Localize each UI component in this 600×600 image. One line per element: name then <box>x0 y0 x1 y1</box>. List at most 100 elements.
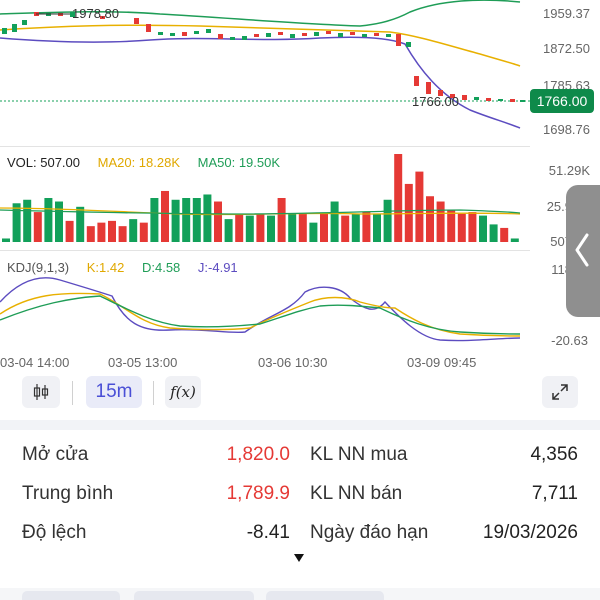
price-axis-label: 1698.76 <box>543 122 590 137</box>
volume-bar <box>373 213 381 242</box>
toolbar-separator <box>72 381 73 405</box>
expiry-value: 19/03/2026 <box>482 522 578 543</box>
foreign-buy-label: KL NN mua <box>310 444 408 465</box>
volume-bar <box>118 226 127 242</box>
chart-type-button[interactable] <box>22 376 60 408</box>
volume-bar <box>86 226 95 242</box>
section-gap <box>0 420 600 430</box>
volume-bar <box>129 219 138 242</box>
foreign-sell-label: KL NN bán <box>310 483 403 504</box>
ma-mid-line <box>0 24 521 67</box>
time-label: 03-09 09:45 <box>407 355 477 370</box>
time-label: 03-05 13:00 <box>108 355 178 370</box>
indicator-fx-button[interactable]: f(x) <box>165 376 201 408</box>
price-axis-label: 1959.37 <box>543 6 590 21</box>
volume-bar <box>510 238 519 242</box>
volume-bar <box>320 213 328 242</box>
toolbar-separator <box>153 381 154 405</box>
kdj-j-line <box>0 277 521 342</box>
volume-bar <box>2 238 10 242</box>
bottom-tab[interactable] <box>22 591 120 600</box>
volume-bar <box>479 215 487 242</box>
volume-bar <box>351 213 360 242</box>
price-axis-label: 1872.50 <box>543 41 590 56</box>
chevron-left-icon <box>575 233 589 267</box>
volume-bar <box>277 198 286 242</box>
volume-bar <box>161 190 169 242</box>
volume-bar <box>33 212 42 242</box>
expand-icon <box>552 384 568 400</box>
expand-button[interactable] <box>542 376 578 408</box>
volume-bar <box>457 213 466 242</box>
volume-bar <box>182 198 191 242</box>
bottom-tab[interactable] <box>266 591 384 600</box>
low-label: 1766.00 <box>412 94 459 109</box>
time-label: 03-06 10:30 <box>258 355 328 370</box>
volume-bar <box>468 212 477 242</box>
volume-bar <box>267 215 275 242</box>
volume-bar <box>404 183 413 242</box>
volume-bar <box>309 222 318 242</box>
volume-bar <box>394 154 403 242</box>
volume-bar <box>245 215 254 242</box>
volume-bar <box>55 201 63 242</box>
deviation-value: -8.41 <box>246 522 290 543</box>
side-panel-handle[interactable] <box>566 185 600 317</box>
divider <box>0 250 530 251</box>
volume-bar <box>436 201 445 242</box>
candlestick-icon <box>33 384 49 400</box>
time-label: 03-04 14:00 <box>0 355 70 370</box>
volume-bar <box>330 201 339 242</box>
volume-bar <box>97 222 106 242</box>
open-value: 1,820.0 <box>226 444 290 465</box>
volume-bar <box>415 171 424 242</box>
volume-bar <box>139 222 148 242</box>
show-more-button[interactable] <box>293 551 305 566</box>
kdj-chart[interactable] <box>0 252 600 352</box>
volume-bars <box>2 154 519 242</box>
volume-bar <box>171 199 180 242</box>
volume-bar <box>65 220 74 242</box>
volume-bar <box>298 213 307 242</box>
volume-bar <box>383 199 392 242</box>
average-value: 1,789.9 <box>226 483 290 504</box>
open-label: Mở cửa <box>22 444 89 465</box>
volume-chart[interactable] <box>0 148 600 250</box>
chart-toolbar: 15m f(x) <box>0 373 600 413</box>
bottom-tab[interactable] <box>134 591 254 600</box>
volume-bar <box>44 198 53 242</box>
volume-bar <box>426 196 434 242</box>
volume-bar <box>256 213 265 242</box>
volume-bar <box>341 215 350 242</box>
expiry-label: Ngày đáo hạn <box>310 522 429 543</box>
kdj-d-line <box>0 295 521 335</box>
kdj-axis-label: -20.63 <box>551 333 588 348</box>
volume-bar <box>224 219 233 242</box>
caret-down-icon <box>294 554 304 562</box>
last-price-tag: 1766.00 <box>530 89 594 113</box>
volume-bar <box>362 212 371 242</box>
volume-bar <box>192 198 201 242</box>
info-row: Trung bình 1,789.9 KL NN bán 7,711 <box>0 483 600 521</box>
volume-bar <box>500 227 509 242</box>
ma-short-line <box>0 36 521 129</box>
average-label: Trung bình <box>22 483 114 504</box>
volume-bar <box>23 199 32 242</box>
volume-bar <box>447 210 456 242</box>
interval-button[interactable]: 15m <box>86 376 142 408</box>
foreign-buy-value: 4,356 <box>530 444 578 465</box>
bottom-tabs <box>0 588 600 600</box>
volume-bar <box>235 213 244 242</box>
volume-bar <box>150 198 159 242</box>
volume-bar <box>12 203 21 242</box>
volume-bar <box>489 224 498 242</box>
price-chart[interactable]: 1978.80 1766.00 <box>0 0 600 142</box>
deviation-label: Độ lệch <box>22 522 87 543</box>
volume-bar <box>214 201 222 242</box>
volume-bar <box>203 194 212 242</box>
volume-axis-label: 51.29K <box>548 163 590 178</box>
volume-bar <box>108 220 116 242</box>
volume-bar <box>288 213 297 242</box>
foreign-sell-value: 7,711 <box>531 483 578 504</box>
high-label: 1978.80 <box>72 6 119 21</box>
